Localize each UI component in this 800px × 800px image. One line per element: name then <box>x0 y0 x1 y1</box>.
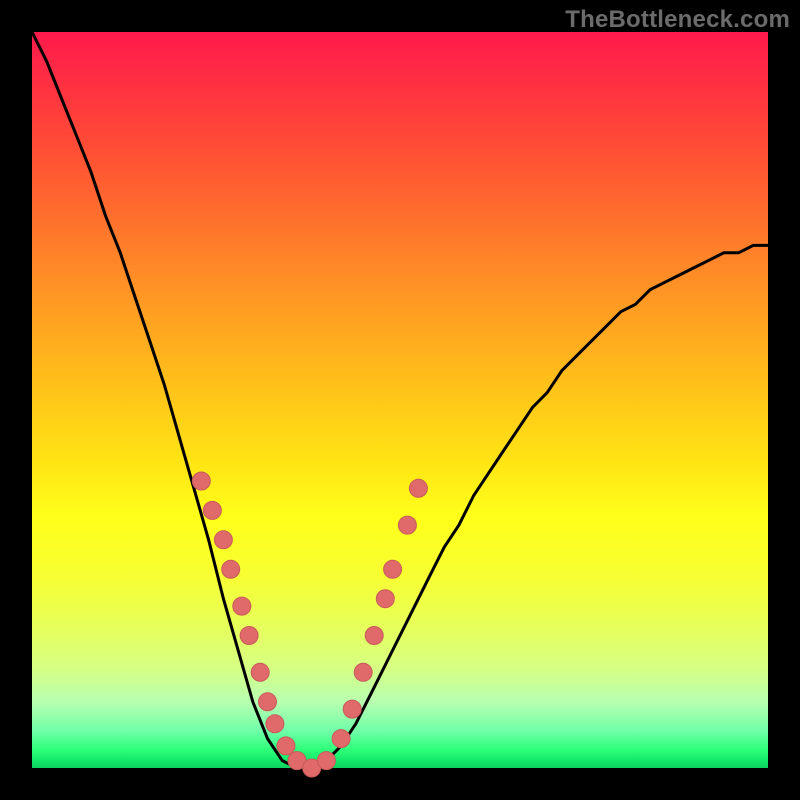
data-marker <box>266 715 284 733</box>
data-marker <box>240 627 258 645</box>
data-marker <box>343 700 361 718</box>
data-marker <box>214 531 232 549</box>
data-marker <box>354 663 372 681</box>
data-marker <box>398 516 416 534</box>
data-marker <box>409 479 427 497</box>
data-marker <box>251 663 269 681</box>
bottleneck-curve <box>32 32 768 768</box>
data-marker <box>332 730 350 748</box>
data-marker <box>259 693 277 711</box>
data-marker <box>203 501 221 519</box>
marker-group <box>192 472 427 777</box>
watermark-text: TheBottleneck.com <box>565 6 790 34</box>
chart-canvas: TheBottleneck.com <box>0 0 800 800</box>
data-marker <box>233 597 251 615</box>
data-marker <box>317 752 335 770</box>
plot-area <box>32 32 768 768</box>
data-marker <box>192 472 210 490</box>
data-marker <box>384 560 402 578</box>
data-marker <box>365 627 383 645</box>
data-marker <box>277 737 295 755</box>
data-marker <box>222 560 240 578</box>
chart-svg <box>32 32 768 768</box>
data-marker <box>376 590 394 608</box>
